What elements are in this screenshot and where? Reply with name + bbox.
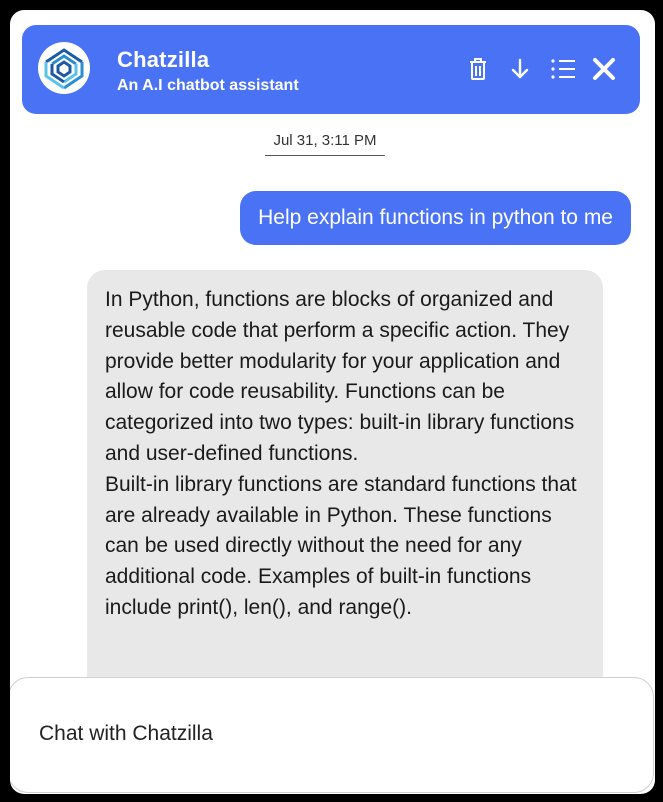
- chat-window: Chatzilla An A.I chatbot assistant Jul 3…: [10, 10, 655, 794]
- message-timestamp: Jul 31, 3:11 PM: [265, 132, 385, 156]
- user-message-bubble: Help explain functions in python to me: [240, 191, 631, 245]
- chat-input[interactable]: [37, 716, 621, 752]
- list-icon[interactable]: [549, 55, 577, 83]
- chat-subtitle: An A.I chatbot assistant: [117, 77, 299, 94]
- bot-message-bubble: In Python, functions are blocks of organ…: [87, 270, 603, 740]
- bot-message-paragraph: In Python, functions are blocks of organ…: [105, 288, 575, 465]
- chat-composer: [10, 677, 654, 793]
- chat-header: Chatzilla An A.I chatbot assistant: [22, 25, 640, 114]
- chat-title: Chatzilla: [117, 47, 210, 72]
- chatzilla-logo: [38, 42, 90, 94]
- trash-icon[interactable]: [464, 55, 492, 83]
- close-icon[interactable]: [590, 55, 618, 83]
- download-icon[interactable]: [506, 55, 534, 83]
- bot-message-paragraph: Built-in library functions are standard …: [105, 472, 577, 619]
